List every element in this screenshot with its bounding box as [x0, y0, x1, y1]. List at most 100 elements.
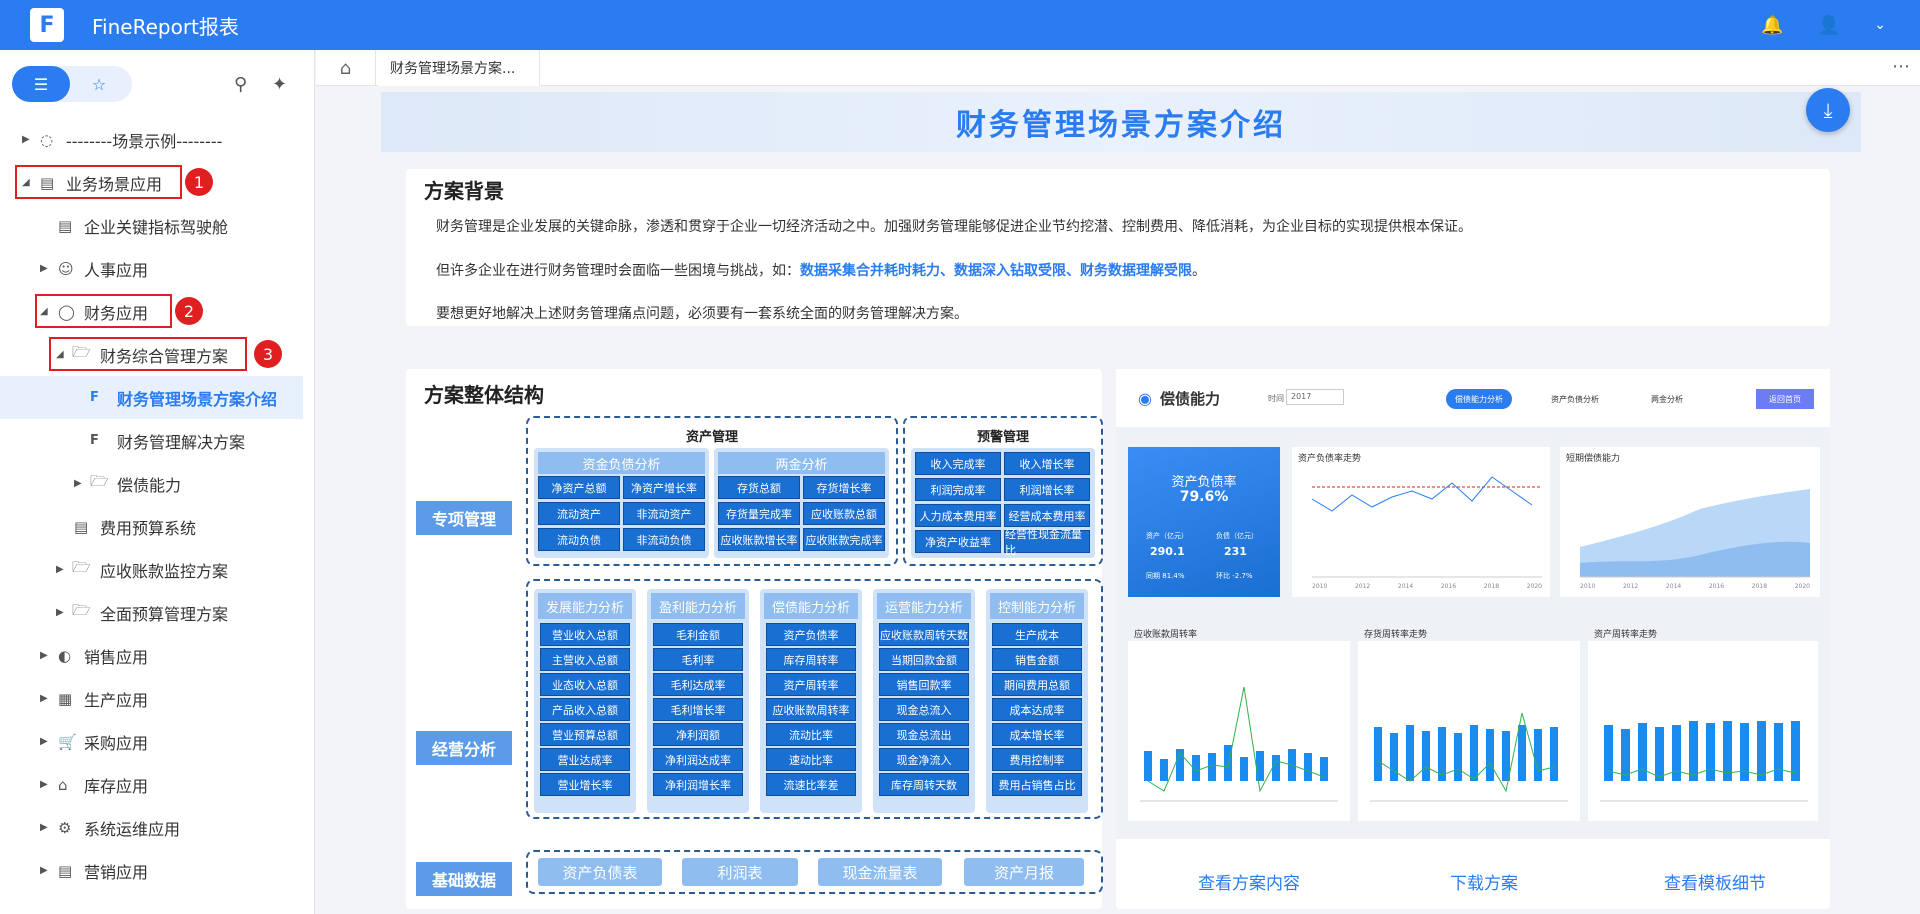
user-icon[interactable]: 👤	[1818, 15, 1840, 36]
sidebar-resize-handle[interactable]: ⋮⋮	[309, 520, 314, 534]
metric-cell[interactable]: 净利润达成率	[653, 748, 743, 771]
metric-cell[interactable]: 流动资产	[538, 502, 620, 525]
tree-item-finance-plan[interactable]: F 财务管理解决方案	[0, 419, 314, 462]
metric-cell[interactable]: 应收账款完成率	[803, 528, 885, 551]
tree-item-finance[interactable]: ◢ ◯ 财务应用 2	[0, 290, 314, 333]
metric-cell[interactable]: 毛利率	[653, 648, 743, 671]
metric-cell[interactable]: 成本达成率	[992, 698, 1082, 721]
tree-item-kpi-cockpit[interactable]: ▤ 企业关键指标驾驶舱	[0, 204, 314, 247]
view-solution-link[interactable]: 查看方案内容	[1198, 869, 1300, 894]
pin-icon[interactable]: ✦	[272, 74, 287, 95]
metric-cell[interactable]: 库存周转率	[766, 648, 856, 671]
metric-cell[interactable]: 现金总流出	[879, 723, 969, 746]
metric-cell[interactable]: 现金总流入	[879, 698, 969, 721]
metric-cell[interactable]: 产品收入总额	[540, 698, 630, 721]
metric-cell[interactable]: 存货增长率	[803, 476, 885, 499]
metric-cell[interactable]: 生产成本	[992, 623, 1082, 646]
metric-cell[interactable]: 经营性现金流量比	[1004, 528, 1090, 557]
metric-cell[interactable]: 应收账款总额	[803, 502, 885, 525]
metric-cell[interactable]: 毛利增长率	[653, 698, 743, 721]
favorites-star-icon[interactable]: ☆	[70, 66, 128, 102]
tree-item-full-budget[interactable]: ▶ 🗁 全面预算管理方案	[0, 591, 314, 634]
metric-cell[interactable]: 净利润增长率	[653, 773, 743, 796]
metric-cell[interactable]: 收入增长率	[1004, 452, 1090, 475]
home-icon[interactable]: ⌂	[316, 50, 376, 86]
base-data-cash-flow[interactable]: 现金流量表	[818, 858, 942, 886]
metric-cell[interactable]: 利润增长率	[1004, 478, 1090, 501]
metric-cell[interactable]: 应收账款周转率	[766, 698, 856, 721]
metric-cell[interactable]: 存货量完成率	[718, 502, 800, 525]
tree-item-scene-example[interactable]: ▶ ◌ --------场景示例--------	[0, 118, 314, 161]
metric-cell[interactable]: 应收账款周转天数	[879, 623, 969, 646]
search-icon[interactable]: ⚲	[234, 74, 247, 95]
metric-cell[interactable]: 期间费用总额	[992, 673, 1082, 696]
metric-cell[interactable]: 净资产总额	[538, 476, 620, 499]
warning-management-block: 预警管理 收入完成率 收入增长率 利润完成率 利润增长率 人力成本费用率 经营成…	[903, 416, 1103, 566]
metric-cell[interactable]: 销售回款率	[879, 673, 969, 696]
metric-cell[interactable]: 人力成本费用率	[915, 504, 1001, 527]
bell-icon[interactable]: 🔔	[1761, 15, 1783, 36]
base-data-income-statement[interactable]: 利润表	[682, 858, 798, 886]
tree-item-purchase[interactable]: ▶ 🛒 采购应用	[0, 720, 314, 763]
metric-cell[interactable]: 毛利达成率	[653, 673, 743, 696]
view-template-link[interactable]: 查看模板细节	[1664, 869, 1766, 894]
metric-cell[interactable]: 存货总额	[718, 476, 800, 499]
metric-cell[interactable]: 净利润额	[653, 723, 743, 746]
preview-tab-assets[interactable]: 资产负债分析	[1551, 394, 1599, 405]
metric-cell[interactable]: 收入完成率	[915, 452, 1001, 475]
metric-cell[interactable]: 应收账款增长率	[718, 528, 800, 551]
metric-cell[interactable]: 营业收入总额	[540, 623, 630, 646]
metric-cell[interactable]: 主营收入总额	[540, 648, 630, 671]
metric-cell[interactable]: 库存周转天数	[879, 773, 969, 796]
metric-cell[interactable]: 流动负债	[538, 528, 620, 551]
metric-cell[interactable]: 利润完成率	[915, 478, 1001, 501]
tree-item-inventory[interactable]: ▶ ⌂ 库存应用	[0, 763, 314, 806]
list-view-icon[interactable]: ☰	[12, 66, 70, 102]
metric-cell[interactable]: 费用控制率	[992, 748, 1082, 771]
metric-cell[interactable]: 成本增长率	[992, 723, 1082, 746]
metric-cell[interactable]: 非流动资产	[623, 502, 705, 525]
tree-item-solvency[interactable]: ▶ 🗁 偿债能力	[0, 462, 314, 505]
metric-cell[interactable]: 净资产增长率	[623, 476, 705, 499]
metric-cell[interactable]: 经营成本费用率	[1004, 504, 1090, 527]
metric-cell[interactable]: 流动比率	[766, 723, 856, 746]
chevron-down-icon[interactable]: ⌄	[1874, 17, 1886, 33]
tree-item-business-scene[interactable]: ◢ ▤ 业务场景应用 1	[0, 161, 314, 204]
tree-item-sales[interactable]: ▶ ◐ 销售应用	[0, 634, 314, 677]
column-control: 控制能力分析 生产成本 销售金额 期间费用总额 成本达成率 成本增长率 费用控制…	[986, 589, 1088, 813]
metric-cell[interactable]: 流速比率差	[766, 773, 856, 796]
download-solution-link[interactable]: 下载方案	[1450, 869, 1518, 894]
base-data-balance-sheet[interactable]: 资产负债表	[538, 858, 662, 886]
tree-item-production[interactable]: ▶ ▦ 生产应用	[0, 677, 314, 720]
metric-cell[interactable]: 毛利金额	[653, 623, 743, 646]
more-icon[interactable]: ⋯	[1892, 56, 1910, 77]
tree-item-ops[interactable]: ▶ ⚙ 系统运维应用	[0, 806, 314, 849]
metric-cell[interactable]: 资产周转率	[766, 673, 856, 696]
tree-item-scene-intro[interactable]: F 财务管理场景方案介绍	[0, 376, 303, 419]
metric-cell[interactable]: 营业预算总额	[540, 723, 630, 746]
preview-back-button[interactable]: 返回首页	[1756, 389, 1814, 409]
tree-item-receivable[interactable]: ▶ 🗁 应收账款监控方案	[0, 548, 314, 591]
metric-cell[interactable]: 净资产收益率	[915, 530, 1001, 553]
metric-cell[interactable]: 资产负债率	[766, 623, 856, 646]
metric-cell[interactable]: 非流动负债	[623, 528, 705, 551]
download-icon[interactable]: ⤓	[1806, 88, 1850, 132]
metric-cell[interactable]: 业态收入总额	[540, 673, 630, 696]
metric-cell[interactable]: 速动比率	[766, 748, 856, 771]
metric-cell[interactable]: 销售金额	[992, 648, 1082, 671]
metric-cell[interactable]: 费用占销售占比	[992, 773, 1082, 796]
preview-tab-solvency[interactable]: 偿债能力分析	[1446, 389, 1512, 409]
metric-cell[interactable]: 营业增长率	[540, 773, 630, 796]
year-select[interactable]: 2017	[1286, 389, 1344, 405]
tree-item-marketing[interactable]: ▶ ▤ 营销应用	[0, 849, 314, 892]
metric-cell[interactable]: 现金净流入	[879, 748, 969, 771]
metric-cell[interactable]: 营业达成率	[540, 748, 630, 771]
tree-item-hr[interactable]: ▶ ☺ 人事应用	[0, 247, 314, 290]
tab-scene-intro[interactable]: 财务管理场景方案...	[378, 50, 540, 86]
metric-cell[interactable]: 当期回款金额	[879, 648, 969, 671]
preview-title: 偿债能力	[1160, 390, 1221, 408]
tree-item-finance-solution[interactable]: ◢ 🗁 财务综合管理方案 3	[0, 333, 314, 376]
base-data-monthly-report[interactable]: 资产月报	[964, 858, 1084, 886]
preview-tab-twofunds[interactable]: 两金分析	[1651, 394, 1683, 405]
tree-item-budget-system[interactable]: ▤ 费用预算系统	[0, 505, 314, 548]
